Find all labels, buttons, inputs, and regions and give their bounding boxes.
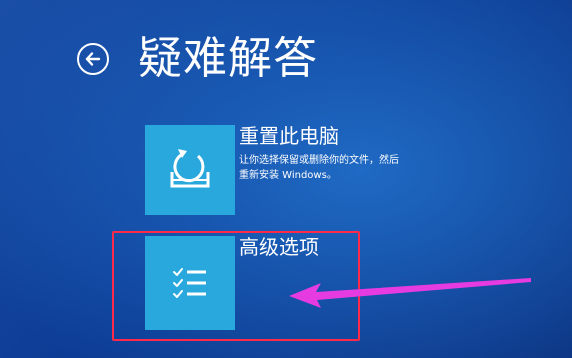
reset-pc-description-line2: 重新安装 Windows。 — [239, 170, 337, 181]
page-title: 疑难解答 — [138, 33, 318, 84]
pointer-arrow-icon — [289, 278, 531, 308]
back-arrow-icon — [85, 52, 101, 66]
reset-pc-icon — [170, 149, 210, 188]
reset-pc-title: 重置此电脑 — [239, 124, 339, 148]
back-button[interactable] — [77, 43, 109, 75]
reset-pc-description-line1: 让你选择保留或删除你的文件，然后 — [239, 155, 399, 166]
reset-pc-description: 让你选择保留或删除你的文件，然后 重新安装 Windows。 — [239, 153, 459, 183]
reset-pc-tile[interactable] — [145, 125, 235, 215]
reset-pc-option[interactable]: 重置此电脑 让你选择保留或删除你的文件，然后 重新安装 Windows。 — [145, 124, 465, 215]
